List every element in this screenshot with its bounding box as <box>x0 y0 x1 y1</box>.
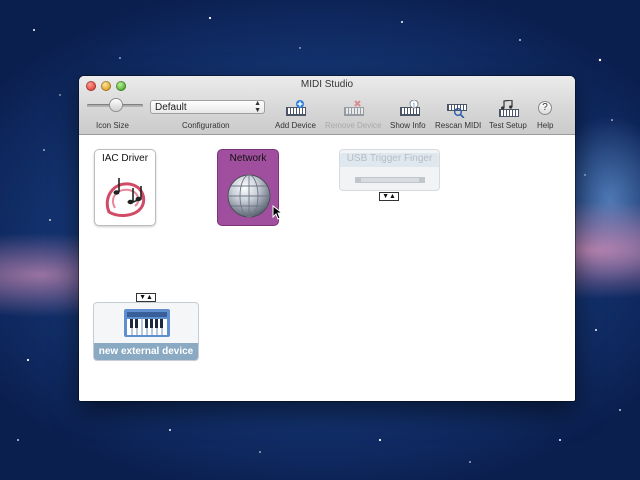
select-arrows-icon: ▲ ▼ <box>254 100 261 114</box>
configuration-label: Configuration <box>182 121 230 130</box>
add-device-label: Add Device <box>275 121 316 130</box>
device-usb-trigger-finger[interactable]: USB Trigger Finger <box>339 149 440 191</box>
rescan-midi-icon[interactable] <box>446 100 468 118</box>
help-glyph: ? <box>542 102 548 113</box>
remove-device-icon[interactable] <box>343 100 365 118</box>
device-name: IAC Driver <box>101 153 149 164</box>
keyboard-icon <box>124 309 170 337</box>
midi-studio-window: MIDI Studio Icon Size Default ▲ ▼ Configu… <box>79 76 575 401</box>
device-new-external-device[interactable]: new external device <box>93 302 199 361</box>
new-external-device-ports[interactable]: ▼▲ <box>136 293 157 302</box>
network-globe-icon <box>227 174 271 218</box>
device-name: USB Trigger Finger <box>340 153 439 167</box>
mouse-cursor-icon <box>272 205 282 220</box>
configuration-select[interactable]: Default ▲ ▼ <box>150 100 265 114</box>
usb-trigger-finger-icon <box>355 177 425 183</box>
port-arrows: ▼▲ <box>136 293 156 302</box>
test-setup-label: Test Setup <box>489 121 527 130</box>
add-device-icon[interactable] <box>285 100 307 118</box>
rescan-midi-label: Rescan MIDI <box>435 121 482 130</box>
toolbar: MIDI Studio Icon Size Default ▲ ▼ Configu… <box>79 76 575 135</box>
device-name: Network <box>229 153 267 164</box>
device-canvas: IAC Driver Network USB Trigger Finger ▼▲… <box>79 135 575 401</box>
svg-text:i: i <box>413 101 415 108</box>
icon-size-slider[interactable] <box>87 99 143 111</box>
window-title: MIDI Studio <box>300 79 354 90</box>
help-icon[interactable]: ? <box>538 101 552 115</box>
show-info-icon[interactable]: i <box>399 100 421 118</box>
help-label: Help <box>537 121 554 130</box>
test-setup-icon[interactable] <box>498 100 520 118</box>
show-info-label: Show Info <box>390 121 426 130</box>
device-name: new external device <box>94 343 198 360</box>
icon-size-slider-knob[interactable] <box>110 99 122 111</box>
device-iac-driver[interactable]: IAC Driver <box>94 149 156 226</box>
configuration-value: Default <box>155 102 187 113</box>
icon-size-label: Icon Size <box>96 121 129 130</box>
remove-device-label: Remove Device <box>325 121 382 130</box>
device-network[interactable]: Network <box>217 149 279 226</box>
iac-driver-icon <box>105 178 146 217</box>
usb-trigger-finger-ports[interactable]: ▼▲ <box>379 192 400 201</box>
port-arrows: ▼▲ <box>379 192 399 201</box>
